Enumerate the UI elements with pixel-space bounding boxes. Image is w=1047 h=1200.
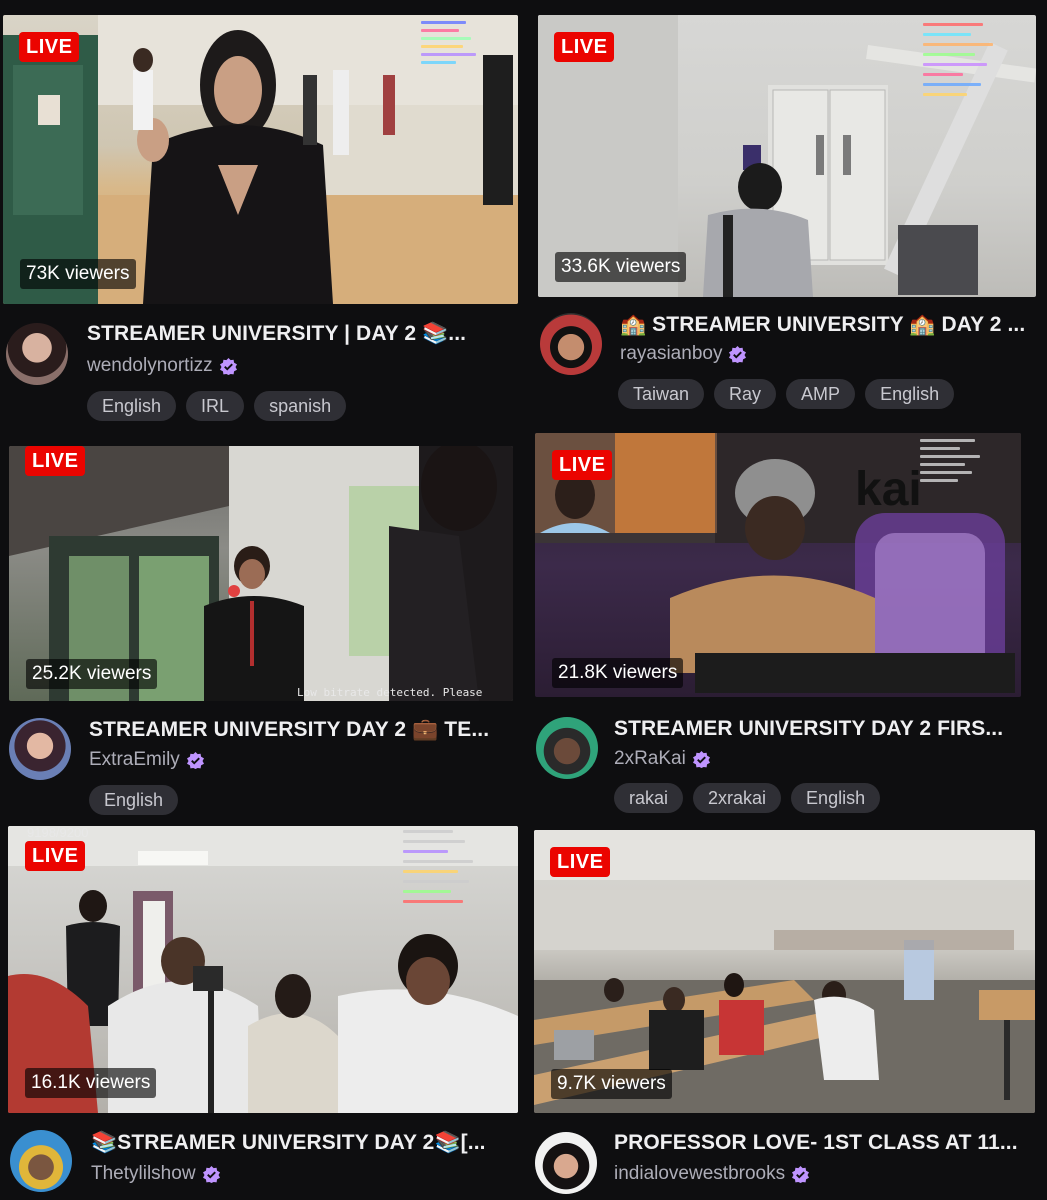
channel-avatar[interactable] [535,1132,597,1194]
stream-title[interactable]: STREAMER UNIVERSITY | DAY 2 📚... [87,322,466,346]
verified-badge-icon [186,751,204,769]
channel-name[interactable]: rayasianboy [620,343,747,365]
stream-title[interactable]: 📚STREAMER UNIVERSITY DAY 2📚[... [91,1131,486,1155]
verified-badge-icon [792,1165,810,1183]
channel-avatar[interactable] [6,323,68,385]
channel-name[interactable]: Thetylilshow [91,1163,220,1185]
tag[interactable]: English [89,785,179,815]
stream-title[interactable]: STREAMER UNIVERSITY DAY 2 FIRS... [614,717,1003,741]
tag[interactable]: English [87,391,177,421]
channel-avatar[interactable] [540,313,602,375]
stream-title[interactable]: PROFESSOR LOVE- 1ST CLASS AT 11... [614,1131,1018,1155]
tag[interactable]: Ray [714,379,777,409]
channel-name[interactable]: indialovewestbrooks [614,1163,810,1185]
stream-thumbnail[interactable]: LIVE 33.6K viewers [538,15,1036,297]
stream-thumbnail[interactable]: kai LIVE 21.8K viewers [535,433,1021,697]
verified-badge-icon [692,750,710,768]
tag-list: English [89,785,179,815]
live-badge: LIVE [554,32,615,62]
stream-title[interactable]: 🏫 STREAMER UNIVERSITY 🏫 DAY 2 ... [620,313,1025,337]
live-badge: LIVE [552,450,613,480]
stream-thumbnail[interactable]: LIVE 73K viewers [3,15,518,304]
tag-list: English IRL spanish [87,391,347,421]
tag[interactable]: English [791,783,881,813]
stream-thumbnail[interactable]: Low bitrate detected. Please hold on... … [9,446,513,701]
viewer-count: 33.6K viewers [555,252,687,282]
channel-avatar[interactable] [536,717,598,779]
tag[interactable]: spanish [254,391,347,421]
live-badge: LIVE [550,847,611,877]
stream-thumbnail[interactable]: LIVE 9.7K viewers [534,830,1035,1113]
viewer-count: 21.8K viewers [552,658,684,688]
channel-name[interactable]: 2xRaKai [614,748,710,770]
viewer-count: 25.2K viewers [26,659,158,689]
live-badge: LIVE [25,446,86,476]
channel-name-label: indialovewestbrooks [614,1163,786,1184]
channel-avatar[interactable] [10,1130,72,1192]
live-badge: LIVE [25,841,86,871]
stream-thumbnail[interactable]: LIVE 16.1K viewers [8,826,518,1113]
channel-name[interactable]: wendolynortizz [87,355,237,377]
viewer-count: 73K viewers [20,259,136,289]
channel-name-label: wendolynortizz [87,355,213,376]
tag[interactable]: AMP [786,379,856,409]
tag[interactable]: Taiwan [618,379,705,409]
tag[interactable]: English [865,379,955,409]
svg-text:kai: kai [855,463,922,516]
channel-avatar[interactable] [9,718,71,780]
verified-badge-icon [202,1165,220,1183]
live-badge: LIVE [19,32,80,62]
channel-name-label: 2xRaKai [614,748,686,769]
tag[interactable]: rakai [614,783,684,813]
channel-name-label: Thetylilshow [91,1163,196,1184]
verified-badge-icon [219,357,237,375]
stream-overlay-counter: 9198/9200 [27,825,89,840]
channel-name[interactable]: ExtraEmily [89,749,204,771]
tag[interactable]: 2xrakai [693,783,782,813]
tag-list: rakai 2xrakai English [614,783,881,813]
stream-overlay-note: Low bitrate detected. Please hold on... [297,686,483,701]
stream-title[interactable]: STREAMER UNIVERSITY DAY 2 💼 TE... [89,718,489,742]
channel-name-label: rayasianboy [620,343,723,364]
tag-list: Taiwan Ray AMP English [618,379,955,409]
viewer-count: 16.1K viewers [25,1068,157,1098]
channel-name-label: ExtraEmily [89,749,180,770]
verified-badge-icon [729,345,747,363]
tag[interactable]: IRL [186,391,245,421]
viewer-count: 9.7K viewers [551,1069,672,1099]
